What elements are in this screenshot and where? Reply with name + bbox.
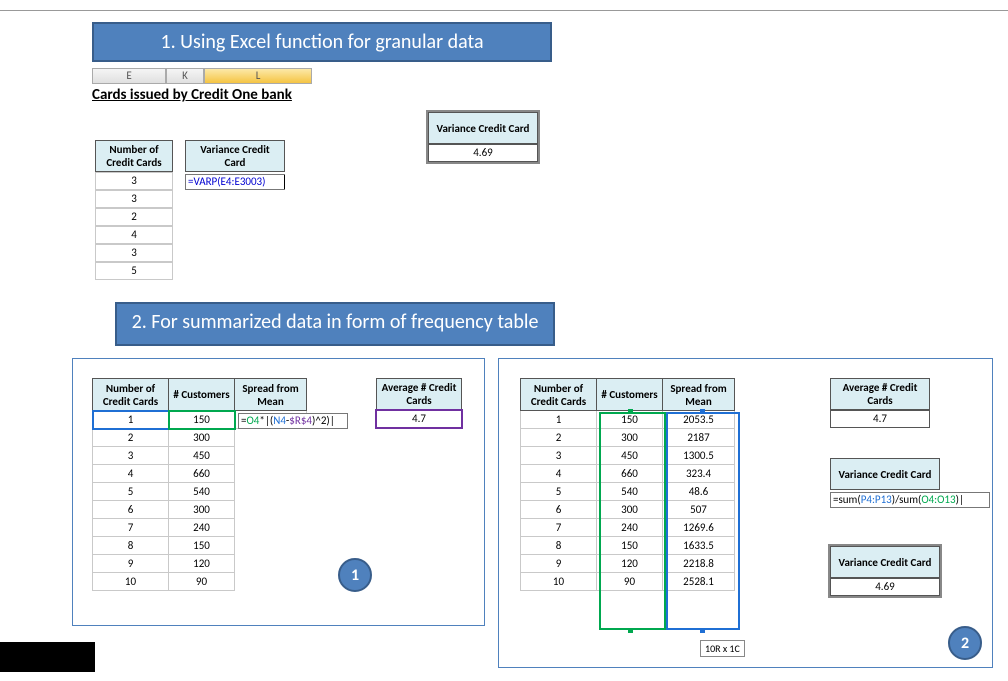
cell-n[interactable]: 8 <box>93 537 169 555</box>
cell-c[interactable]: 660 <box>597 465 663 483</box>
cell-s[interactable]: 1300.5 <box>663 447 735 465</box>
step-badge-1: 1 <box>338 558 372 592</box>
cell-c[interactable]: 150 <box>169 411 235 429</box>
redacted-block <box>0 642 95 672</box>
banner-section-2: 2. For summarized data in form of freque… <box>115 302 555 346</box>
cell-n[interactable]: 5 <box>521 483 597 501</box>
cell-n[interactable]: 2 <box>93 429 169 447</box>
avg-value[interactable]: 4.7 <box>376 410 462 428</box>
cell-c[interactable]: 660 <box>169 465 235 483</box>
header-num-cc: Number of Credit Cards <box>95 140 173 172</box>
cell-n[interactable]: 4 <box>521 465 597 483</box>
cell-s[interactable]: 48.6 <box>663 483 735 501</box>
cell-c[interactable]: 150 <box>169 537 235 555</box>
cell-n[interactable]: 7 <box>521 519 597 537</box>
cell-n[interactable]: 8 <box>521 537 597 555</box>
avg-value[interactable]: 4.7 <box>830 410 930 428</box>
cell-c[interactable]: 300 <box>597 429 663 447</box>
cell-c[interactable]: 90 <box>597 573 663 591</box>
header-cell: Variance Credit Card <box>185 140 285 172</box>
top-rule <box>0 10 1008 11</box>
selection-handle-icon <box>700 409 705 414</box>
freq-table-left: Number of Credit Cards # Customers Sprea… <box>92 378 307 591</box>
hdr-avg: Average # Credit Cards <box>830 378 930 410</box>
cell[interactable]: 5 <box>95 262 173 280</box>
cell-c[interactable]: 150 <box>597 537 663 555</box>
step-badge-2: 2 <box>948 626 982 660</box>
cell-c[interactable]: 120 <box>169 555 235 573</box>
cell-n[interactable]: 3 <box>93 447 169 465</box>
variance-header-right: Variance Credit Card <box>830 458 940 490</box>
cell-s[interactable]: 1633.5 <box>663 537 735 555</box>
cell-c[interactable]: 300 <box>169 429 235 447</box>
cell-n[interactable]: 1 <box>93 411 169 429</box>
cell[interactable]: 3 <box>95 190 173 208</box>
cell-s[interactable]: 2528.1 <box>663 573 735 591</box>
cell-c[interactable]: 540 <box>169 483 235 501</box>
banner-section-1: 1. Using Excel function for granular dat… <box>92 22 552 62</box>
cell-n[interactable]: 1 <box>521 411 597 429</box>
cell-n[interactable]: 9 <box>93 555 169 573</box>
selection-handle-icon <box>628 628 633 633</box>
cell[interactable]: 3 <box>95 244 173 262</box>
cell-c[interactable]: 450 <box>597 447 663 465</box>
formula-spread[interactable]: =O4*|(N4-$R$4)^2)| <box>238 413 348 429</box>
cell-c[interactable]: 540 <box>597 483 663 501</box>
cell-n[interactable]: 10 <box>521 573 597 591</box>
cell-c[interactable]: 240 <box>597 519 663 537</box>
subtitle: Cards issued by Credit One bank <box>92 86 292 104</box>
hdr-spread: Spread from Mean <box>235 379 307 411</box>
formula-variance-ratio[interactable]: =sum(P4:P13)/sum(O4:O13)| <box>830 492 990 508</box>
col-header-l-selected[interactable]: L <box>204 68 312 84</box>
excel-column-headers: E K L <box>92 68 312 84</box>
cell[interactable]: 4 <box>95 226 173 244</box>
cell-c[interactable]: 450 <box>169 447 235 465</box>
cell-n[interactable]: 9 <box>521 555 597 573</box>
cell-c[interactable]: 90 <box>169 573 235 591</box>
cell-n[interactable]: 6 <box>521 501 597 519</box>
hdr-cust: # Customers <box>169 379 235 411</box>
hdr-ncc: Number of Credit Cards <box>521 379 597 411</box>
cell-s[interactable]: 2187 <box>663 429 735 447</box>
hdr-var: Variance Credit Card <box>830 458 940 490</box>
cell-n[interactable]: 6 <box>93 501 169 519</box>
cell-n[interactable]: 4 <box>93 465 169 483</box>
cell-n[interactable]: 3 <box>521 447 597 465</box>
average-box-left: Average # Credit Cards 4.7 <box>376 378 462 428</box>
cell-n[interactable]: 7 <box>93 519 169 537</box>
cell-c[interactable]: 120 <box>597 555 663 573</box>
hdr-avg: Average # Credit Cards <box>376 378 462 410</box>
selection-handle-icon <box>628 409 633 414</box>
cell-c[interactable]: 300 <box>597 501 663 519</box>
selection-handle-icon <box>700 628 705 633</box>
variance-value[interactable]: 4.69 <box>830 578 940 596</box>
cell-c[interactable]: 300 <box>169 501 235 519</box>
cell-n[interactable]: 5 <box>93 483 169 501</box>
hdr-cust: # Customers <box>597 379 663 411</box>
cell-s[interactable]: 2053.5 <box>663 411 735 429</box>
header-variance: Variance Credit Card <box>428 112 538 144</box>
formula-varp[interactable]: =VARP(E4:E3003) <box>185 174 285 190</box>
cell-s[interactable]: 323.4 <box>663 465 735 483</box>
variance-value[interactable]: 4.69 <box>428 144 538 162</box>
col-header-e[interactable]: E <box>92 68 166 84</box>
cell[interactable]: 3 <box>95 172 173 190</box>
header-variance-credit-card: Variance Credit Card <box>185 140 285 172</box>
cell-n[interactable]: 2 <box>521 429 597 447</box>
cell-s[interactable]: 1269.6 <box>663 519 735 537</box>
variance-result-box: Variance Credit Card 4.69 <box>428 112 538 162</box>
cell-s[interactable]: 507 <box>663 501 735 519</box>
cell-c[interactable]: 240 <box>169 519 235 537</box>
col-header-k[interactable]: K <box>166 68 204 84</box>
hdr-var: Variance Credit Card <box>830 546 940 578</box>
cell-s[interactable]: 2218.8 <box>663 555 735 573</box>
average-box-right: Average # Credit Cards 4.7 <box>830 378 930 428</box>
variance-result-right: Variance Credit Card 4.69 <box>830 546 940 596</box>
table-number-credit-cards: Number of Credit Cards 3 3 2 4 3 5 <box>95 140 173 280</box>
cell-n[interactable]: 10 <box>93 573 169 591</box>
selection-size-indicator: 10R x 1C <box>700 640 745 657</box>
cell[interactable]: 2 <box>95 208 173 226</box>
hdr-ncc: Number of Credit Cards <box>93 379 169 411</box>
hdr-spread: Spread from Mean <box>663 379 735 411</box>
